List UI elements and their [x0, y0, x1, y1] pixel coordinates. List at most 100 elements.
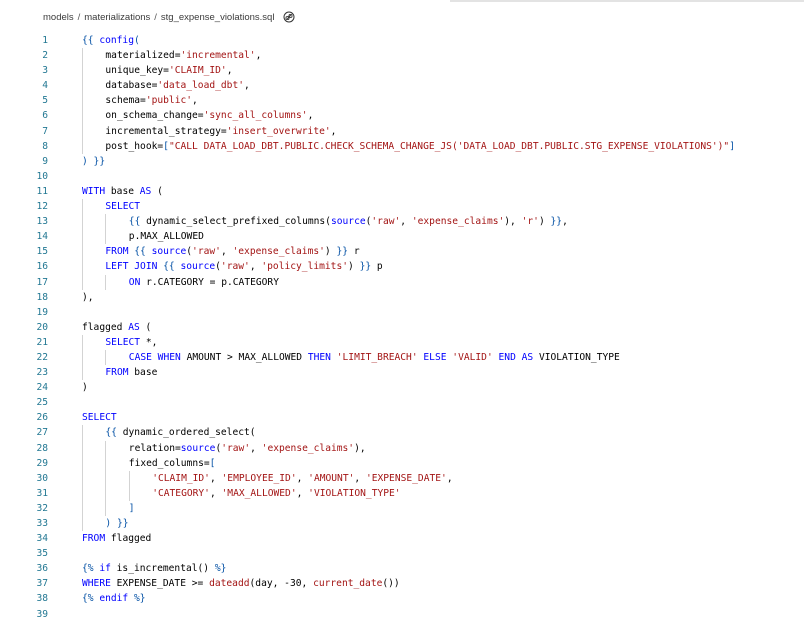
- code-line[interactable]: 28 relation=source('raw', 'expense_claims…: [0, 440, 804, 456]
- code-line[interactable]: 16 LEFT JOIN {{ source('raw', 'policy_lim…: [0, 259, 804, 275]
- code-line[interactable]: 8 post_hook=["CALL DATA_LOAD_DBT.PUBLIC.C…: [0, 138, 804, 154]
- code-line[interactable]: 33) }}: [0, 516, 804, 532]
- breadcrumb-folder-materializations[interactable]: materializations: [84, 12, 150, 23]
- code-token: 'public': [145, 95, 193, 107]
- code-token: %}: [133, 593, 146, 605]
- code-line[interactable]: 22 CASE WHEN AMOUNT > MAX_ALLOWED THEN 'L…: [0, 349, 804, 366]
- code-line[interactable]: 37 WHERE EXPENSE_DATE >= dateadd(day, -30…: [0, 576, 804, 591]
- indent-guide: [105, 349, 107, 366]
- code-line[interactable]: 23 FROM base: [0, 365, 804, 381]
- code-line[interactable]: 14 p.MAX_ALLOWED: [0, 229, 804, 245]
- breadcrumb-file-name[interactable]: stg_expense_violations.sql: [161, 12, 275, 23]
- code-line[interactable]: 21 SELECT *,: [0, 334, 804, 350]
- indent-guide: [105, 440, 107, 456]
- code-token: r.CATEGORY = p.CATEGORY: [146, 276, 279, 288]
- code-line[interactable]: 9) }}: [0, 154, 804, 169]
- code-line[interactable]: 26 SELECT: [0, 410, 804, 425]
- indent-guide: [105, 229, 107, 245]
- code-token: ELSE: [423, 351, 453, 363]
- code-line[interactable]: 19: [0, 305, 804, 320]
- code-line[interactable]: 3 unique_key='CLAIM_ID',: [0, 63, 804, 79]
- code-text: {{ dynamic_ordered_select(: [60, 425, 804, 441]
- code-token: materialized=: [105, 50, 181, 62]
- indent-guide: [105, 470, 107, 486]
- indent-guide: [82, 214, 83, 230]
- code-line[interactable]: 24): [0, 380, 804, 395]
- code-line[interactable]: 10: [0, 169, 804, 184]
- code-line[interactable]: 34 FROM flagged: [0, 531, 804, 546]
- code-token: ,: [220, 246, 233, 258]
- indent-guide: [82, 229, 83, 245]
- code-token: endif: [99, 593, 134, 605]
- line-number: 21: [36, 336, 48, 348]
- code-line[interactable]: 27 {{ dynamic_ordered_select(: [0, 425, 804, 441]
- line-number: 38: [36, 593, 48, 605]
- indent-guide: [128, 485, 130, 501]
- code-line[interactable]: 38 {% endif %}: [0, 591, 804, 606]
- code-token: base: [134, 367, 158, 379]
- code-token: fixed_columns=: [128, 457, 210, 469]
- line-number: 8: [42, 140, 48, 152]
- breadcrumb-separator: /: [154, 11, 157, 23]
- code-token: 'raw': [220, 261, 250, 273]
- code-line[interactable]: 5 schema='public',: [0, 93, 804, 109]
- code-text: 'CLAIM_ID', 'EMPLOYEE_ID', 'AMOUNT', 'EX…: [60, 470, 804, 486]
- copy-link-icon[interactable]: [282, 11, 295, 24]
- code-editor[interactable]: 1{{ config(2 materialized='incremental', 3…: [0, 33, 804, 633]
- code-token: ,: [226, 65, 233, 77]
- code-line[interactable]: 2 materialized='incremental',: [0, 48, 804, 64]
- code-line[interactable]: 17 ON r.CATEGORY = p.CATEGORY: [0, 274, 804, 290]
- code-line[interactable]: 12 SELECT: [0, 199, 804, 215]
- top-border: [450, 0, 804, 2]
- code-line[interactable]: 11 WITH base AS (: [0, 184, 804, 199]
- code-line[interactable]: 39: [0, 607, 804, 622]
- code-line[interactable]: 18),: [0, 290, 804, 305]
- code-token: "CALL DATA_LOAD_DBT.PUBLIC.CHECK_SCHEMA_…: [168, 140, 730, 152]
- code-token: 'raw': [371, 216, 401, 228]
- line-number: 15: [36, 246, 48, 258]
- code-token: ,: [250, 442, 262, 454]
- indent-guide: [82, 425, 83, 441]
- code-line[interactable]: 15 FROM {{ source('raw', 'expense_claims'…: [0, 244, 804, 260]
- code-text: FROM flagged: [60, 531, 804, 546]
- line-number: 22: [36, 351, 48, 363]
- code-line[interactable]: 1 {{ config(: [0, 33, 804, 48]
- code-token: (: [133, 35, 140, 46]
- code-line[interactable]: 25: [0, 395, 804, 410]
- code-token: ),: [82, 291, 94, 303]
- code-line[interactable]: 32]: [0, 500, 804, 516]
- code-text: relation=source('raw', 'expense_claims')…: [60, 440, 804, 456]
- indent-guide: [82, 108, 83, 124]
- code-token: AMOUNT > MAX_ALLOWED: [186, 351, 308, 363]
- indent-guide: [105, 485, 107, 501]
- code-token: ,: [330, 125, 337, 137]
- code-token: ,: [244, 80, 250, 92]
- code-text: WHERE EXPENSE_DATE >= dateadd(day, -30, …: [60, 576, 804, 591]
- code-token: AS: [139, 185, 158, 197]
- line-number: 1: [42, 35, 48, 46]
- code-line[interactable]: 7 incremental_strategy='insert_overwrite'…: [0, 123, 804, 139]
- indent-guide: [82, 334, 83, 350]
- code-token: {{: [128, 216, 147, 228]
- code-token: unique_key=: [105, 65, 169, 77]
- code-line[interactable]: 13 {{ dynamic_select_prefixed_columns(sou…: [0, 214, 804, 230]
- code-line[interactable]: 36 {% if is_incremental() %}: [0, 561, 804, 576]
- code-token: 'EXPENSE_DATE': [365, 472, 447, 484]
- code-text: {{ dynamic_select_prefixed_columns(sourc…: [60, 214, 804, 230]
- code-line[interactable]: 30 'CLAIM_ID', 'EMPLOYEE_ID', 'AMOUNT', '…: [0, 470, 804, 486]
- code-line[interactable]: 35: [0, 546, 804, 561]
- code-token: 'expense_claims': [232, 246, 325, 258]
- code-token: EXPENSE_DATE >=: [116, 578, 210, 590]
- code-line[interactable]: 20 flagged AS (: [0, 320, 804, 335]
- line-number: 17: [36, 276, 48, 288]
- breadcrumb-folder-models[interactable]: models: [43, 12, 74, 23]
- code-line[interactable]: 4 database='data_load_dbt',: [0, 78, 804, 94]
- code-token: }}: [550, 216, 563, 228]
- code-token: AS: [128, 321, 146, 333]
- code-text: {% if is_incremental() %}: [60, 561, 804, 576]
- code-token: ,: [307, 110, 314, 122]
- code-line[interactable]: 29 fixed_columns=[: [0, 455, 804, 471]
- indent-guide: [82, 199, 83, 215]
- code-line[interactable]: 31 'CATEGORY', 'MAX_ALLOWED', 'VIOLATION_…: [0, 485, 804, 501]
- code-line[interactable]: 6 on_schema_change='sync_all_columns',: [0, 108, 804, 124]
